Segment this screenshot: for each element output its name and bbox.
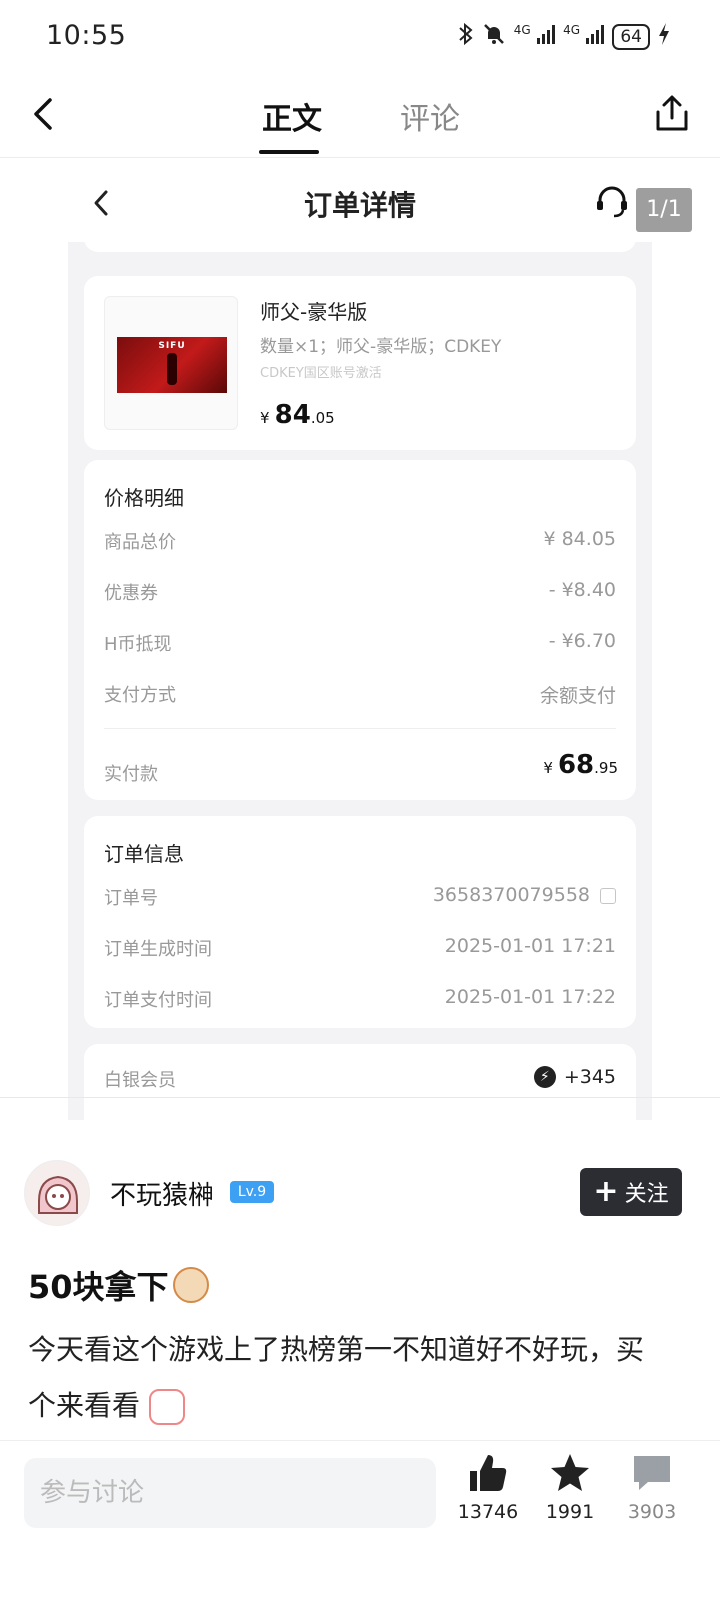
author-name[interactable]: 不玩猿榊: [110, 1175, 214, 1212]
price-row-value: - ¥6.70: [548, 630, 616, 652]
share-button[interactable]: [652, 94, 692, 134]
mute-bell-icon: [482, 22, 506, 51]
price-integer: 84: [274, 400, 311, 430]
price-row-label: H币抵现: [104, 634, 172, 655]
tab-comments[interactable]: 评论: [400, 94, 460, 138]
product-thumbnail: SIFU: [104, 296, 238, 430]
monkey-emoji-icon: [172, 1267, 209, 1303]
divider: [104, 728, 616, 729]
battery-indicator: 64: [612, 23, 650, 50]
paid-decimal: .95: [594, 759, 618, 777]
post-body: 今天看这个游戏上了热榜第一不知道好不好玩，买个来看看: [28, 1322, 668, 1434]
member-card: 白银会员 ⚡ +345: [84, 1044, 636, 1120]
price-detail-card: 价格明细 商品总价 ¥ 84.05 优惠券 - ¥8.40 H币抵现 - ¥6.…: [84, 460, 636, 800]
thumbs-up-icon: [470, 1455, 507, 1491]
post-title-text: 50块拿下: [28, 1268, 169, 1306]
price-row-value: ¥ 84.05: [543, 528, 616, 550]
price-row-label: 商品总价: [104, 532, 176, 553]
member-points: ⚡ +345: [533, 1066, 616, 1088]
game-cover-image: SIFU: [117, 337, 227, 393]
post-title: 50块拿下: [28, 1262, 209, 1308]
image-page-counter: 1/1: [636, 188, 692, 232]
follow-button[interactable]: + 关注: [580, 1168, 682, 1216]
plus-icon: +: [593, 1174, 619, 1209]
card-stub: [84, 236, 636, 252]
order-row-label: 订单号: [104, 888, 158, 909]
customer-service-icon: [594, 184, 630, 220]
paid-integer: 68: [557, 750, 595, 780]
product-spec: 数量×1；师父-豪华版；CDKEY: [260, 337, 502, 357]
product-note: CDKEY国区账号激活: [260, 366, 382, 381]
price-decimal: .05: [310, 409, 335, 427]
back-button[interactable]: [26, 94, 62, 134]
discuss-input[interactable]: [24, 1458, 436, 1528]
game-logo: SIFU: [158, 341, 186, 351]
bluetooth-icon: [458, 22, 474, 51]
status-bar: 10:55 4G 4G 64: [0, 0, 720, 72]
product-card: SIFU 师父-豪华版 数量×1；师父-豪华版；CDKEY CDKEY国区账号激…: [84, 276, 636, 450]
order-row-value: 2025-01-01 17:22: [444, 986, 616, 1008]
order-row-value: 2025-01-01 17:21: [444, 935, 616, 957]
like-count: 13746: [457, 1501, 519, 1523]
price-row-value: 余额支付: [539, 685, 616, 707]
currency-symbol: ¥: [543, 759, 553, 777]
charging-icon: [658, 22, 670, 51]
bottom-bar: 13746 1991 3903: [0, 1440, 720, 1602]
bolt-badge-icon: ⚡: [533, 1066, 556, 1088]
order-row-label: 订单生成时间: [104, 939, 212, 960]
signal-icon-2: 4G: [563, 24, 605, 49]
favorite-count: 1991: [545, 1501, 595, 1523]
order-info-title: 订单信息: [104, 842, 184, 866]
like-button[interactable]: 13746: [448, 1451, 528, 1523]
tab-main-text[interactable]: 正文: [262, 94, 322, 138]
paid-amount: ¥ 68.95: [543, 750, 618, 780]
order-row-label: 订单支付时间: [104, 990, 212, 1011]
follow-label: 关注: [624, 1182, 669, 1207]
member-points-value: +345: [563, 1066, 616, 1088]
order-screenshot-image[interactable]: 订单详情 1/1 SIFU 师父-豪华版 数量×1；师父-豪华版；CDKEY C…: [0, 158, 720, 1120]
copy-icon: [600, 887, 616, 904]
product-name: 师父-豪华版: [260, 300, 368, 324]
shy-emoji-icon: [148, 1389, 185, 1425]
image-bottom-border: [0, 1097, 720, 1098]
status-time: 10:55: [46, 20, 127, 51]
order-number-value: 3658370079558: [433, 884, 616, 906]
comment-icon: [634, 1456, 670, 1490]
member-label: 白银会员: [104, 1070, 176, 1091]
signal-icon-1: 4G: [514, 24, 556, 49]
product-price: ¥ 84.05: [260, 400, 335, 430]
status-icons: 4G 4G 64: [458, 22, 670, 51]
star-icon: [551, 1454, 589, 1491]
order-number: 3658370079558: [432, 884, 590, 906]
game-character: [167, 353, 177, 385]
order-info-card: 订单信息 订单号 3658370079558 订单生成时间 2025-01-01…: [84, 816, 636, 1028]
price-row-label: 支付方式: [104, 685, 176, 706]
price-detail-title: 价格明细: [104, 486, 184, 510]
top-nav: 正文 评论: [0, 72, 720, 158]
avatar[interactable]: [24, 1160, 90, 1226]
comment-button[interactable]: 3903: [612, 1451, 692, 1523]
level-badge: Lv.9: [230, 1181, 274, 1203]
post-body-text: 今天看这个游戏上了热榜第一不知道好不好玩，买个来看看: [28, 1333, 645, 1422]
comment-count: 3903: [627, 1501, 677, 1523]
paid-label: 实付款: [104, 764, 158, 785]
price-row-value: - ¥8.40: [548, 579, 616, 601]
active-tab-indicator: [259, 150, 319, 154]
favorite-button[interactable]: 1991: [530, 1451, 610, 1523]
screenshot-header: 订单详情: [0, 158, 720, 242]
currency-symbol: ¥: [260, 409, 270, 427]
price-row-label: 优惠券: [104, 583, 158, 604]
